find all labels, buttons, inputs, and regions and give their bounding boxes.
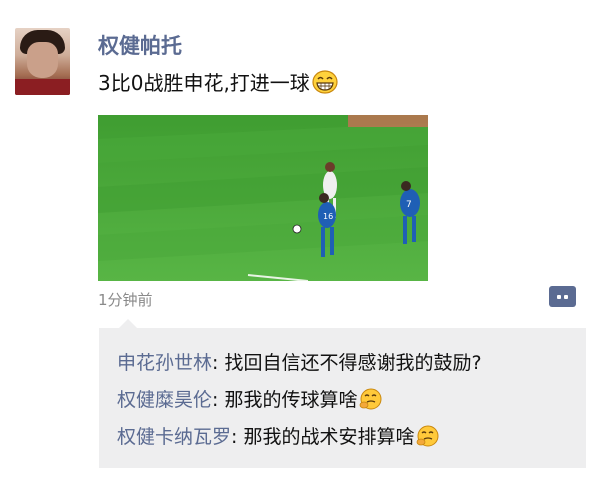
comment-item[interactable]: 申花孙世林: 找回自信还不得感谢我的鼓励? [117,348,482,375]
thinking-face-icon [416,425,440,452]
comment-item[interactable]: 权健糜昊伦: 那我的传球算啥 [117,385,383,415]
svg-text:7: 7 [406,200,412,210]
avatar[interactable] [15,28,70,95]
thinking-face-icon [359,388,383,415]
grin-icon [312,70,338,99]
comment-text: 那我的传球算啥 [224,389,358,411]
comment-author[interactable]: 权健卡纳瓦罗 [117,426,231,448]
svg-text:16: 16 [323,212,333,221]
post-username[interactable]: 权健帕托 [98,30,182,60]
comment-separator: : [212,389,225,411]
avatar-face [27,42,58,78]
post-time: 1分钟前 [98,291,153,309]
comment-separator: : [231,426,244,448]
post-text: 3比0战胜申花,打进一球 [98,71,310,95]
comment-author[interactable]: 权健糜昊伦 [117,389,212,411]
comment-separator: : [212,352,225,374]
avatar-shirt [15,79,70,95]
comment-text: 找回自信还不得感谢我的鼓励? [224,352,482,374]
post-text-line: 3比0战胜申花,打进一球 [98,67,338,99]
comment-icon-dot [557,295,561,299]
post-image[interactable]: 16 7 [98,115,428,281]
comment-text: 那我的战术安排算啥 [243,426,415,448]
comment-item[interactable]: 权健卡纳瓦罗: 那我的战术安排算啥 [117,422,440,452]
comment-author[interactable]: 申花孙世林 [117,352,212,374]
comment-icon-dot [564,295,568,299]
comment-icon[interactable] [549,286,576,307]
comments-panel: 申花孙世林: 找回自信还不得感谢我的鼓励? 权健糜昊伦: 那我的传球算啥 权健卡… [99,319,586,468]
